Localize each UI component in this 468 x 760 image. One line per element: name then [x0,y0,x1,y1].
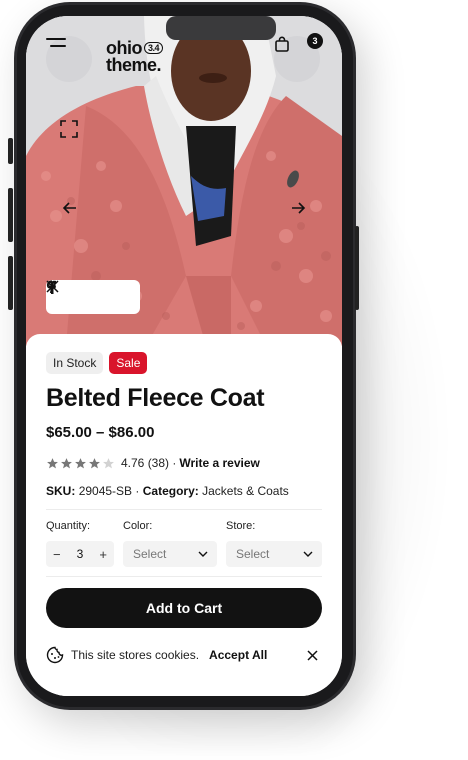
sale-badge: Sale [109,352,148,374]
color-label: Color: [123,520,153,532]
sku-label: SKU: [46,484,76,498]
color-select[interactable]: Select [123,541,217,567]
cart-button[interactable]: 3 [274,33,323,82]
product-details-card: In Stock Sale Belted Fleece Coat $65.00 … [26,334,342,696]
rating-score: 4.76 (38) · [121,456,177,470]
fullscreen-button[interactable] [60,120,78,138]
logo-text-theme: theme. [106,55,162,75]
store-select-value: Select [236,547,270,561]
rating-stars [46,457,115,470]
add-to-cart-button[interactable]: Add to Cart [46,588,322,628]
cookie-banner: This site stores cookies. Accept All [46,638,322,672]
product-price: $65.00 – $86.00 [46,424,155,441]
product-meta: SKU: 29045-SB · Category: Jackets & Coat… [46,484,289,498]
share-bar [46,280,140,314]
product-image: ohio 3.4 theme. 3 [26,16,342,346]
write-review-link[interactable]: Write a review [179,456,259,470]
quantity-stepper: − 3 + [46,541,114,567]
logo-version-badge: 3.4 [144,42,164,54]
product-title: Belted Fleece Coat [46,384,265,412]
quantity-label: Quantity: [46,520,91,532]
close-icon [307,649,318,661]
arrow-left-icon [62,202,76,214]
cookie-message: This site stores cookies. [71,648,200,662]
bag-icon [275,36,289,52]
x-share-button[interactable] [46,280,104,308]
divider [46,509,322,510]
store-select[interactable]: Select [226,541,322,567]
quantity-value[interactable]: 3 [77,547,84,561]
next-image-button[interactable] [288,198,308,218]
color-select-value: Select [133,547,167,561]
phone-screen: ohio 3.4 theme. 3 In Stock Sale Belted F… [26,16,342,696]
divider [46,576,322,577]
product-badges: In Stock Sale [46,352,148,374]
cookie-icon [46,646,64,664]
store-label: Store: [226,520,256,532]
phone-volume-up [8,188,13,242]
sku-value: 29045-SB · [78,484,140,498]
menu-button[interactable] [46,36,92,82]
quantity-increase-button[interactable]: + [99,547,107,562]
phone-power-button [355,226,359,310]
chevron-down-icon [303,551,313,557]
quantity-decrease-button[interactable]: − [53,547,61,562]
pinterest-icon [46,280,56,294]
site-logo[interactable]: ohio 3.4 theme. [106,39,164,75]
cart-count-badge: 3 [307,33,323,49]
close-cookie-button[interactable] [307,649,318,661]
star-icon [89,457,100,468]
star-empty-icon [103,457,114,468]
fullscreen-icon [60,120,78,138]
prev-image-button[interactable] [60,198,80,218]
phone-volume-down [8,256,13,310]
stock-badge: In Stock [46,352,104,374]
phone-side-button [8,138,13,164]
product-rating: 4.76 (38) · Write a review [46,456,260,470]
menu-icon [46,38,66,47]
star-icon [75,457,86,468]
category-label: Category: [142,484,199,498]
star-icon [61,457,72,468]
star-icon [47,457,58,468]
accept-cookies-button[interactable]: Accept All [209,648,267,662]
category-value[interactable]: Jackets & Coats [202,484,289,498]
arrow-right-icon [292,202,306,214]
chevron-down-icon [198,551,208,557]
pinterest-share-button[interactable] [46,280,131,308]
